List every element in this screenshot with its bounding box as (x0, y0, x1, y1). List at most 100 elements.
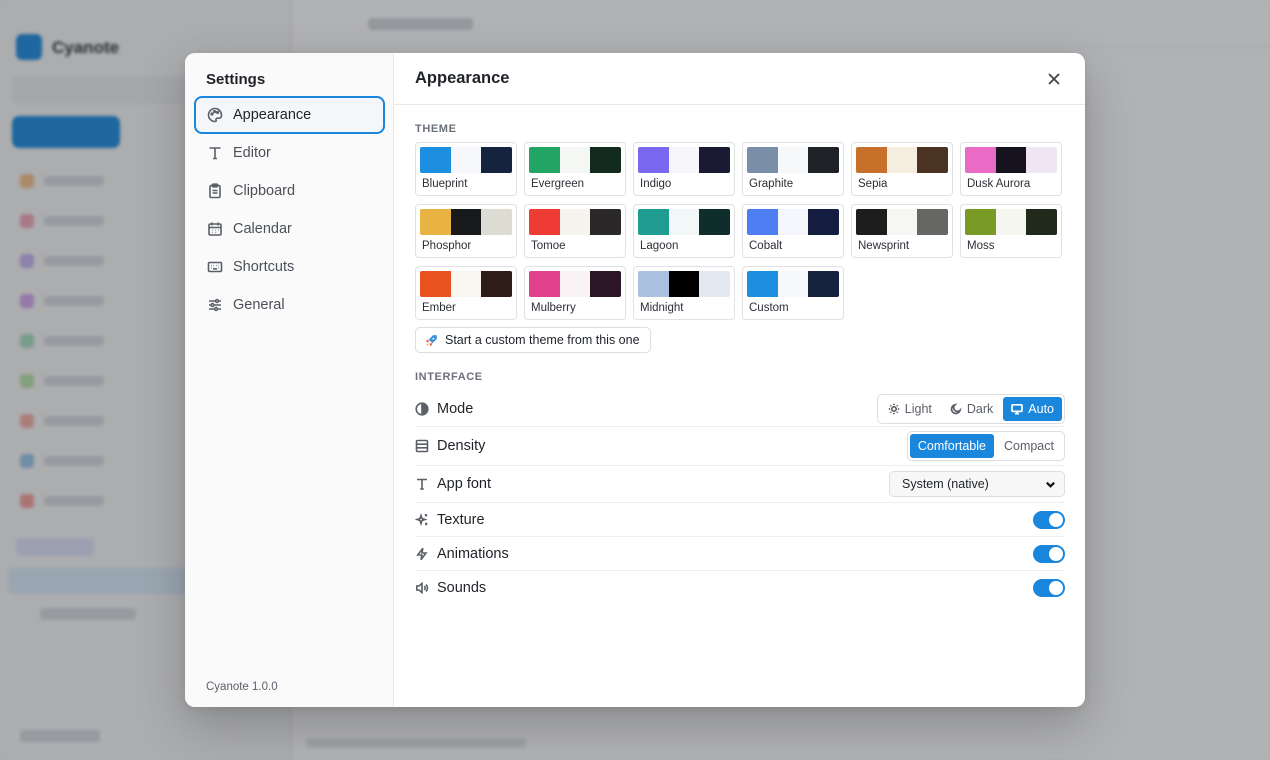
settings-nav-shortcuts[interactable]: Shortcuts (194, 248, 385, 286)
mode-auto-option[interactable]: Auto (1003, 397, 1062, 421)
theme-swatch (668, 209, 700, 235)
mode-light-option[interactable]: Light (880, 397, 940, 421)
settings-nav-editor[interactable]: Editor (194, 134, 385, 172)
theme-card[interactable]: Indigo (633, 142, 735, 196)
theme-name: Cobalt (749, 240, 783, 252)
custom-theme-label: Start a custom theme from this one (445, 333, 640, 347)
settings-nav-label: General (233, 297, 285, 313)
panel-title: Appearance (415, 69, 510, 87)
settings-nav-label: Editor (233, 145, 271, 161)
theme-swatch (699, 147, 730, 173)
rocket-icon (425, 334, 437, 346)
texture-label: Texture (415, 512, 485, 528)
theme-name: Ember (422, 302, 456, 314)
theme-swatch (481, 209, 512, 235)
theme-card[interactable]: Moss (960, 204, 1062, 258)
theme-swatches (420, 209, 512, 235)
density-comfortable-option[interactable]: Comfortable (909, 434, 994, 458)
sounds-toggle[interactable] (1033, 579, 1065, 597)
theme-card[interactable]: Tomoe (524, 204, 626, 258)
app-version: Cyanote 1.0.0 (206, 681, 278, 693)
theme-name: Mulberry (531, 302, 576, 314)
theme-swatch (420, 147, 451, 173)
animations-label-text: Animations (437, 545, 509, 562)
theme-swatch (965, 209, 996, 235)
settings-nav-appearance[interactable]: Appearance (194, 96, 385, 134)
custom-theme-button[interactable]: Start a custom theme from this one (415, 327, 651, 353)
clipboard-icon (209, 183, 221, 199)
theme-swatch (747, 147, 778, 173)
theme-card[interactable]: Newsprint (851, 204, 953, 258)
sliders-icon (209, 298, 221, 312)
density-compact-option[interactable]: Compact (996, 434, 1062, 458)
theme-swatches (638, 271, 730, 297)
app-font-label-text: App font (437, 476, 492, 492)
app-font-select[interactable]: System (native) (889, 471, 1065, 497)
sounds-label-text: Sounds (437, 580, 487, 596)
mode-segmented-control: Light Dark Auto (876, 394, 1065, 424)
chevron-down-icon (1046, 481, 1055, 488)
sounds-row: Sounds (415, 571, 1065, 605)
theme-card[interactable]: Lagoon (633, 204, 735, 258)
theme-card[interactable]: Custom (742, 266, 844, 320)
panel-header: Appearance (394, 53, 1085, 105)
settings-dialog: Settings Appearance Editor Clipboard Cal… (185, 53, 1085, 707)
theme-card[interactable]: Graphite (742, 142, 844, 196)
theme-swatch (529, 147, 560, 173)
theme-swatch (995, 209, 1027, 235)
texture-toggle[interactable] (1033, 510, 1065, 529)
theme-swatch (420, 209, 451, 235)
close-button[interactable] (1045, 70, 1063, 88)
theme-card[interactable]: Dusk Aurora (960, 142, 1062, 196)
theme-swatches (638, 147, 730, 173)
moon-icon (950, 403, 962, 415)
texture-label-text: Texture (437, 511, 485, 528)
theme-swatch (481, 271, 512, 297)
theme-swatches (747, 271, 839, 297)
theme-swatch (590, 209, 621, 235)
theme-swatch (777, 147, 809, 173)
theme-swatch (450, 271, 482, 297)
theme-name: Phosphor (422, 240, 472, 252)
theme-swatches (747, 147, 839, 173)
theme-card[interactable]: Phosphor (415, 204, 517, 258)
theme-swatch (747, 209, 778, 235)
mode-option-label: Dark (966, 402, 994, 416)
theme-swatch (1026, 209, 1057, 235)
theme-swatch (590, 147, 621, 173)
animations-toggle[interactable] (1033, 544, 1065, 563)
theme-name: Newsprint (858, 240, 910, 252)
settings-nav-clipboard[interactable]: Clipboard (194, 172, 385, 210)
settings-nav-general[interactable]: General (194, 286, 385, 324)
theme-name: Dusk Aurora (967, 178, 1031, 190)
theme-swatch (808, 209, 839, 235)
theme-swatch (668, 147, 700, 173)
theme-card[interactable]: Mulberry (524, 266, 626, 320)
theme-swatch (808, 271, 839, 297)
density-label-text: Density (437, 438, 486, 454)
sun-icon (888, 403, 899, 415)
settings-nav-label: Shortcuts (233, 259, 295, 275)
theme-name: Custom (749, 302, 789, 314)
settings-nav-calendar[interactable]: Calendar (194, 210, 385, 248)
theme-swatch (450, 209, 482, 235)
theme-card[interactable]: Cobalt (742, 204, 844, 258)
theme-swatches (747, 209, 839, 235)
animations-label: Animations (415, 546, 509, 562)
mode-option-label: Auto (1028, 402, 1054, 416)
theme-swatch (777, 271, 809, 297)
theme-card[interactable]: Evergreen (524, 142, 626, 196)
theme-swatches (965, 147, 1057, 173)
theme-swatch (747, 271, 778, 297)
theme-card[interactable]: Midnight (633, 266, 735, 320)
mode-dark-option[interactable]: Dark (942, 397, 1001, 421)
settings-sidebar: Settings Appearance Editor Clipboard Cal… (185, 53, 394, 707)
theme-card[interactable]: Ember (415, 266, 517, 320)
theme-swatch (559, 209, 591, 235)
theme-swatches (529, 147, 621, 173)
theme-card[interactable]: Blueprint (415, 142, 517, 196)
theme-swatch (965, 147, 996, 173)
theme-card[interactable]: Sepia (851, 142, 953, 196)
app-font-row: App font System (native) (415, 466, 1065, 503)
rows-icon (415, 439, 429, 453)
